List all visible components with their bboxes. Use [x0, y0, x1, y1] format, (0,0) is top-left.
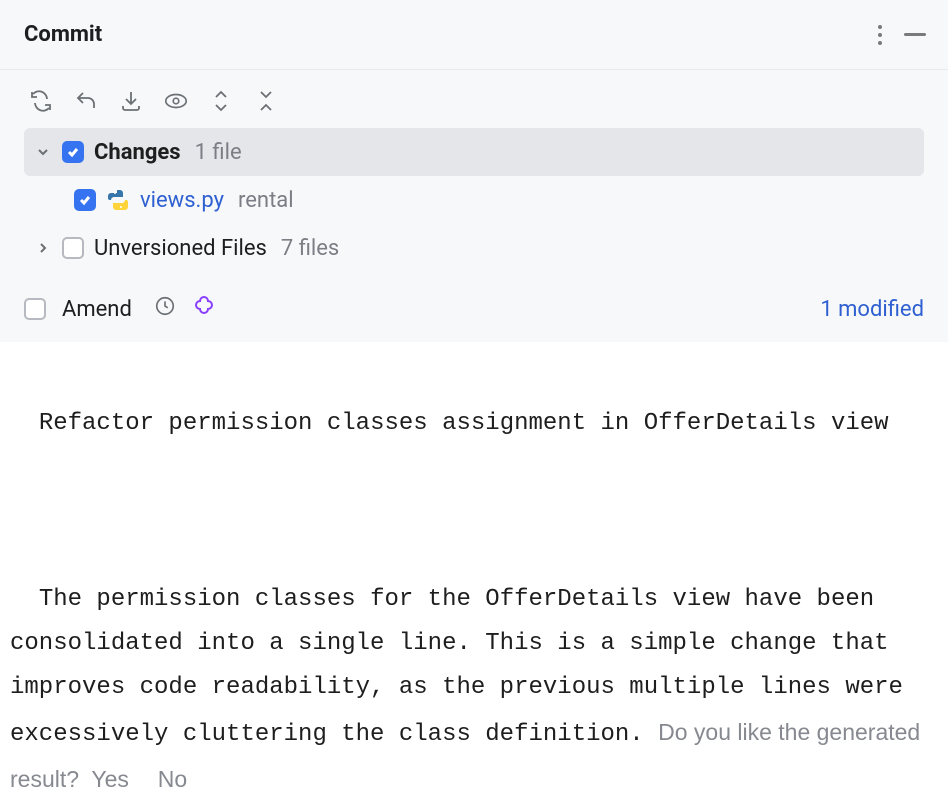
changes-label: Changes	[94, 140, 181, 165]
amend-bar: Amend 1 modified	[0, 272, 948, 342]
commit-toolbar	[0, 70, 948, 128]
changes-tree: Changes 1 file views.py rental Unversion…	[0, 128, 948, 272]
commit-panel-header: Commit	[0, 0, 948, 70]
minimize-icon[interactable]	[904, 33, 926, 36]
header-actions	[878, 25, 926, 45]
unversioned-checkbox[interactable]	[62, 237, 84, 259]
changes-group-row[interactable]: Changes 1 file	[24, 128, 924, 176]
unversioned-label: Unversioned Files	[94, 236, 267, 261]
amend-checkbox[interactable]	[24, 298, 46, 320]
panel-title: Commit	[24, 22, 102, 47]
changes-count: 1 file	[195, 140, 242, 165]
modified-count[interactable]: 1 modified	[820, 297, 924, 322]
expand-all-icon[interactable]	[208, 88, 234, 114]
file-name: views.py	[140, 188, 224, 213]
unversioned-group-row[interactable]: Unversioned Files 7 files	[24, 224, 924, 272]
python-file-icon	[106, 188, 130, 212]
collapse-all-icon[interactable]	[253, 88, 279, 114]
shelve-icon[interactable]	[118, 88, 144, 114]
unversioned-count: 7 files	[281, 236, 339, 261]
history-icon[interactable]	[154, 295, 176, 323]
amend-label: Amend	[62, 297, 132, 322]
changes-checkbox[interactable]	[62, 141, 84, 163]
file-path: rental	[238, 188, 294, 213]
chevron-down-icon[interactable]	[34, 143, 52, 161]
commit-message-editor[interactable]: Refactor permission classes assignment i…	[0, 342, 948, 808]
more-options-icon[interactable]	[878, 25, 882, 45]
ai-generate-icon[interactable]	[192, 294, 216, 324]
file-row[interactable]: views.py rental	[24, 176, 924, 224]
rollback-icon[interactable]	[73, 88, 99, 114]
file-checkbox[interactable]	[74, 189, 96, 211]
feedback-no[interactable]: No	[158, 766, 187, 792]
feedback-yes[interactable]: Yes	[91, 766, 129, 792]
chevron-right-icon[interactable]	[34, 239, 52, 257]
commit-subject: Refactor permission classes assignment i…	[39, 410, 889, 437]
refresh-icon[interactable]	[28, 88, 54, 114]
preview-diff-icon[interactable]	[163, 88, 189, 114]
